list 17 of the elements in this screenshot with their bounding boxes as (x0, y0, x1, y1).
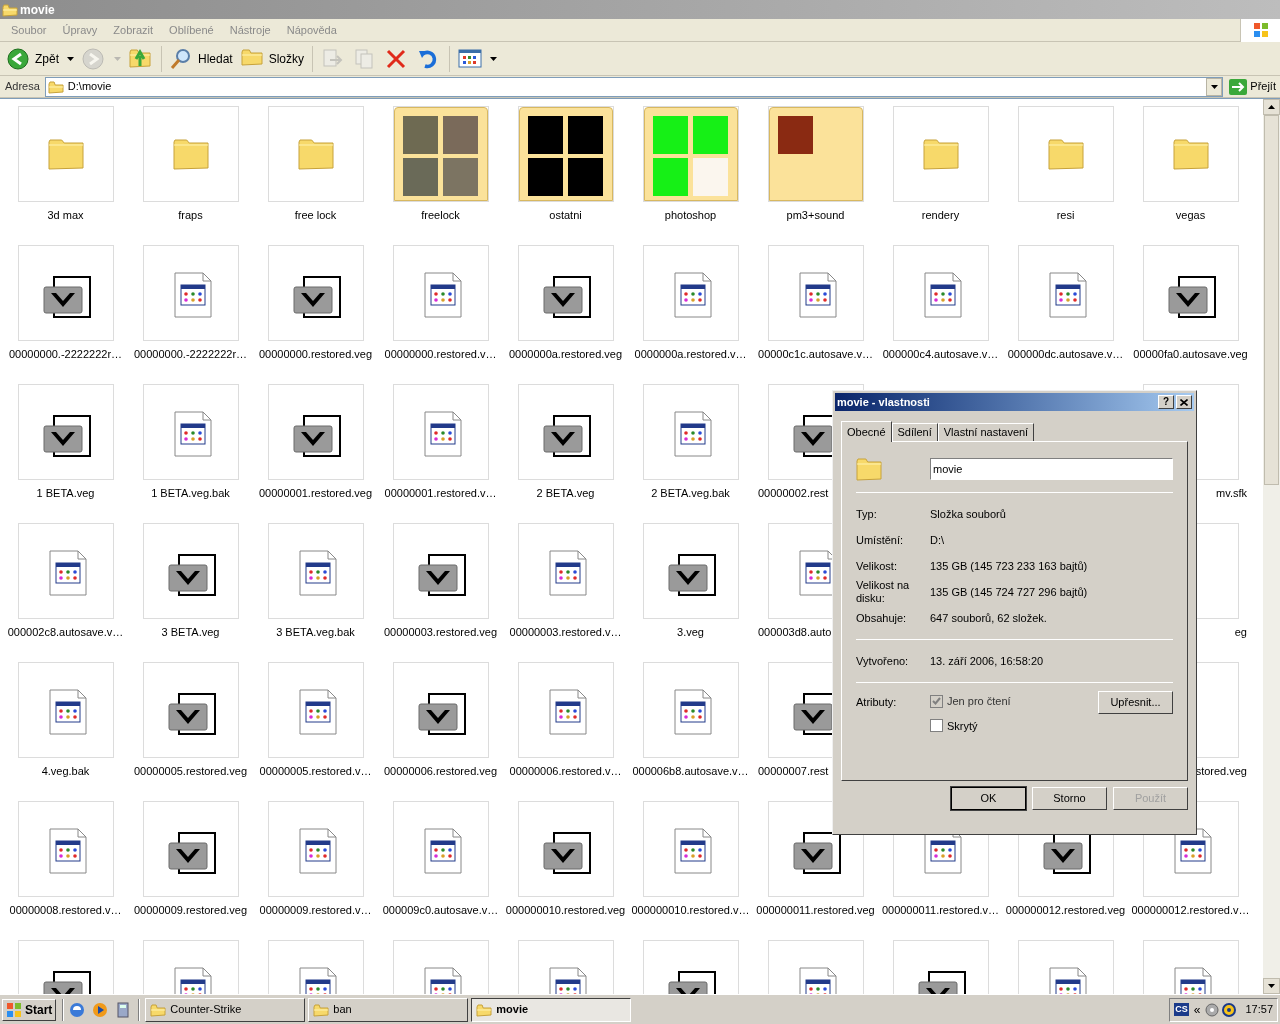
property-label: Umístění: (856, 533, 905, 547)
clock: 17:57 (1245, 1002, 1273, 1018)
property-value: 13. září 2006, 16:58:20 (930, 653, 1044, 669)
property-label: Vytvořeno: (856, 654, 910, 668)
property-value: 647 souborů, 62 složek. (930, 610, 1047, 626)
property-label: Obsahuje: (856, 611, 908, 625)
property-value: 135 GB (145 723 233 163 bajtů) (930, 558, 1088, 574)
address-label: Adresa (4, 79, 41, 95)
window-title: movie (20, 1, 55, 19)
property-value: D:\ (930, 532, 945, 548)
property-label: Velikost: (856, 559, 898, 573)
attributes-label: Atributy: (856, 695, 898, 710)
property-value: 135 GB (145 724 727 296 bajtů) (930, 584, 1088, 600)
property-label: Typ: (856, 507, 878, 521)
property-value: Složka souborů (930, 506, 1006, 522)
dialog-title: movie - vlastnosti (837, 394, 931, 410)
property-label: Velikost na disku: (856, 579, 911, 605)
